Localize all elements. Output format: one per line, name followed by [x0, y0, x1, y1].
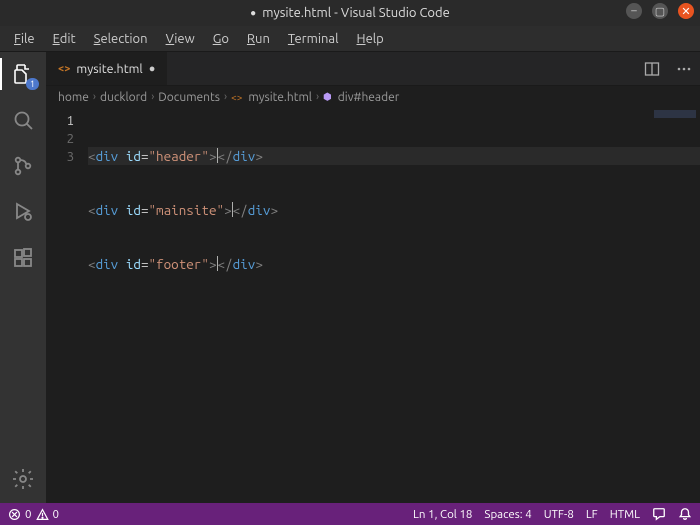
breadcrumb-part[interactable]: div#header	[338, 91, 400, 104]
title-bar: ● mysite.html - Visual Studio Code – ▢ ✕	[0, 0, 700, 26]
breadcrumb[interactable]: home › ducklord › Documents › <> mysite.…	[46, 86, 700, 108]
tab-mysite[interactable]: <> mysite.html ●	[46, 52, 168, 85]
menu-edit[interactable]: Edit	[45, 29, 84, 49]
tabs-bar: <> mysite.html ●	[46, 52, 700, 86]
breadcrumb-part[interactable]: Documents	[158, 91, 220, 104]
more-actions-button[interactable]	[668, 52, 700, 85]
activity-bar: 1	[0, 52, 46, 503]
activity-run-debug[interactable]	[9, 198, 37, 226]
symbol-icon: ⬢	[323, 91, 332, 103]
status-eol[interactable]: LF	[586, 508, 598, 521]
chevron-right-icon: ›	[151, 91, 154, 103]
window-title: mysite.html - Visual Studio Code	[262, 6, 450, 20]
html-file-icon: <>	[58, 63, 70, 75]
chevron-right-icon: ›	[93, 91, 96, 103]
window-minimize-button[interactable]: –	[626, 3, 642, 19]
status-encoding[interactable]: UTF-8	[544, 508, 574, 521]
explorer-badge: 1	[26, 78, 39, 90]
code-line[interactable]: <div id="mainsite"></div>	[88, 201, 700, 219]
status-cursor-pos[interactable]: Ln 1, Col 18	[413, 508, 472, 521]
breadcrumb-part[interactable]: mysite.html	[248, 91, 312, 104]
activity-explorer[interactable]: 1	[9, 60, 37, 88]
menu-terminal[interactable]: Terminal	[280, 29, 347, 49]
split-editor-button[interactable]	[636, 52, 668, 85]
activity-settings[interactable]	[9, 465, 37, 493]
menu-selection[interactable]: Selection	[86, 29, 156, 49]
menu-run[interactable]: Run	[239, 29, 278, 49]
breadcrumb-part[interactable]: home	[58, 91, 89, 104]
breadcrumb-part[interactable]: ducklord	[100, 91, 147, 104]
title-dirty-dot: ●	[250, 7, 256, 19]
status-language[interactable]: HTML	[610, 508, 640, 521]
menu-go[interactable]: Go	[205, 29, 237, 49]
activity-search[interactable]	[9, 106, 37, 134]
code-line[interactable]: <div id="header"></div>	[88, 147, 700, 165]
activity-source-control[interactable]	[9, 152, 37, 180]
line-gutter: 1 2 3	[46, 108, 88, 503]
chevron-right-icon: ›	[224, 91, 227, 103]
html-file-icon: <>	[231, 92, 242, 103]
status-problems[interactable]: 0 0	[8, 508, 59, 521]
menu-help[interactable]: Help	[349, 29, 392, 49]
code-line[interactable]: <div id="footer"></div>	[88, 255, 700, 273]
chevron-right-icon: ›	[316, 91, 319, 103]
status-feedback[interactable]	[652, 507, 666, 521]
menu-file[interactable]: File	[6, 29, 43, 49]
tab-dirty-dot: ●	[149, 63, 156, 75]
code-editor[interactable]: 1 2 3 <div id="header"></div> <div id="m…	[46, 108, 700, 503]
menu-bar: File Edit Selection View Go Run Terminal…	[0, 26, 700, 52]
activity-extensions[interactable]	[9, 244, 37, 272]
status-bar: 0 0 Ln 1, Col 18 Spaces: 4 UTF-8 LF HTML	[0, 503, 700, 525]
window-close-button[interactable]: ✕	[678, 3, 694, 19]
status-notifications[interactable]	[678, 507, 692, 521]
menu-view[interactable]: View	[158, 29, 203, 49]
status-indent[interactable]: Spaces: 4	[484, 508, 531, 521]
tab-label: mysite.html	[76, 62, 142, 76]
window-maximize-button[interactable]: ▢	[652, 3, 668, 19]
editor-area: <> mysite.html ● home › ducklord › Docum…	[46, 52, 700, 503]
code-content[interactable]: <div id="header"></div> <div id="mainsit…	[88, 108, 700, 503]
minimap[interactable]	[654, 110, 696, 118]
